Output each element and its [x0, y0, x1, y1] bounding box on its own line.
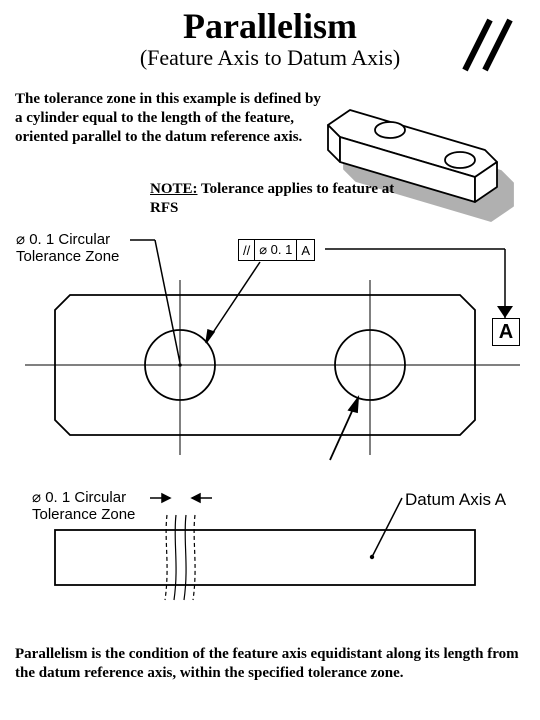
datum-axis-label: Datum Axis A — [405, 490, 506, 510]
page: Parallelism (Feature Axis to Datum Axis) — [0, 0, 540, 720]
note-paragraph: NOTE: Tolerance applies to feature at RF… — [150, 180, 400, 218]
plan-view — [25, 280, 520, 455]
arrow-to-right-hole — [330, 398, 358, 460]
feature-control-frame: // ⌀ 0. 1 A — [238, 239, 315, 261]
intro-paragraph: The tolerance zone in this example is de… — [15, 90, 325, 146]
parallelism-symbol-icon — [465, 20, 510, 70]
fcf-datum: A — [297, 240, 314, 260]
datum-box: A — [492, 318, 520, 346]
fcf-tolerance: ⌀ 0. 1 — [255, 240, 297, 260]
datum-triangle-icon — [497, 306, 513, 318]
tolerance-zone-label-bottom: ⌀ 0. 1 Circular Tolerance Zone — [32, 490, 135, 523]
leader-datum — [325, 249, 505, 318]
note-lead: NOTE: — [150, 181, 198, 197]
tolerance-zone-label-top: ⌀ 0. 1 Circular Tolerance Zone — [16, 232, 119, 265]
leader-top-tolerance — [130, 240, 180, 363]
fcf-symbol: // — [239, 240, 255, 260]
bottom-paragraph: Parallelism is the condition of the feat… — [15, 645, 525, 683]
leader-fcf — [206, 262, 260, 343]
